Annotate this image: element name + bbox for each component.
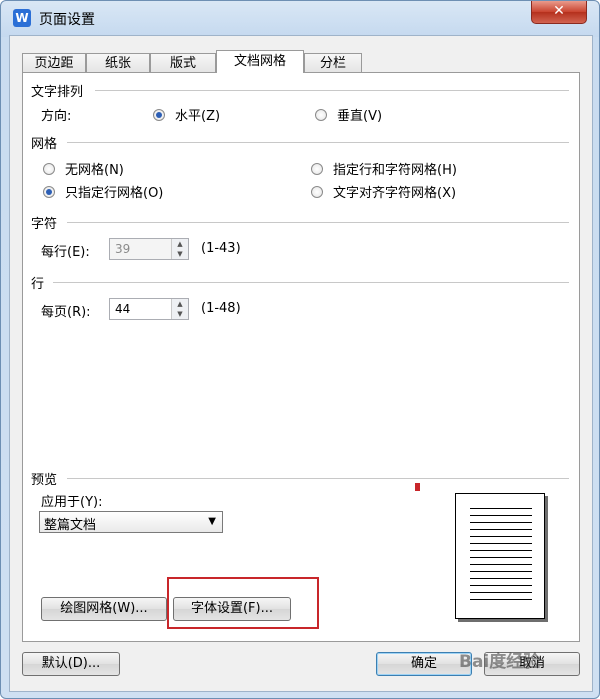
lines-only-grid-label[interactable]: 只指定行网格(O) xyxy=(65,182,163,201)
no-grid-label[interactable]: 无网格(N) xyxy=(65,159,124,178)
line-and-char-grid-radio[interactable] xyxy=(311,163,323,175)
snap-to-char-grid-label[interactable]: 文字对齐字符网格(X) xyxy=(333,182,456,201)
tab-layout[interactable]: 版式 xyxy=(150,53,216,72)
line-and-char-grid-label[interactable]: 指定行和字符网格(H) xyxy=(333,159,457,178)
tab-columns[interactable]: 分栏 xyxy=(304,53,362,72)
apply-to-value: 整篇文档 xyxy=(44,518,97,533)
horizontal-radio[interactable] xyxy=(153,109,165,121)
document-grid-panel: 文字排列 方向: 水平(Z) 垂直(V) 网格 无网格(N) 指定行和字符网格(… xyxy=(22,72,580,642)
preview-line xyxy=(470,571,532,572)
default-button[interactable]: 默认(D)... xyxy=(22,652,120,676)
chars-per-line-label: 每行(E): xyxy=(41,245,90,260)
tab-document-grid[interactable]: 文档网格 xyxy=(216,50,304,73)
annotation-mark xyxy=(415,483,420,491)
preview-line xyxy=(470,543,532,544)
spinner-buttons: ▲ ▼ xyxy=(171,239,188,259)
divider xyxy=(67,222,569,224)
horizontal-label[interactable]: 水平(Z) xyxy=(175,105,220,124)
snap-to-char-grid-radio[interactable] xyxy=(311,186,323,198)
apply-to-select[interactable]: 整篇文档 ▼ xyxy=(39,511,223,533)
close-button[interactable]: ✕ xyxy=(531,1,587,24)
preview-line xyxy=(470,592,532,593)
chars-range: (1-43) xyxy=(201,241,241,256)
decrement-arrow-icon[interactable]: ▼ xyxy=(172,249,188,259)
lines-heading: 行 xyxy=(31,277,45,292)
dropdown-arrow-icon: ▼ xyxy=(208,516,216,527)
title-bar: W 页面设置 ✕ xyxy=(1,1,599,35)
spinner-buttons: ▲ ▼ xyxy=(171,299,188,319)
decrement-arrow-icon[interactable]: ▼ xyxy=(172,309,188,319)
dialog-body: 页边距 纸张 版式 文档网格 分栏 文字排列 方向: 水平(Z) 垂直(V) 网… xyxy=(9,35,593,692)
divider xyxy=(53,282,569,284)
preview-line xyxy=(470,536,532,537)
preview-line xyxy=(470,578,532,579)
watermark-logo: Bai度经验 xyxy=(459,652,541,672)
divider xyxy=(95,90,569,92)
preview-page-thumbnail xyxy=(455,493,545,619)
tab-margins[interactable]: 页边距 xyxy=(22,53,86,72)
divider xyxy=(67,478,569,480)
dialog-title: 页面设置 xyxy=(39,12,95,28)
preview-line xyxy=(470,508,532,509)
no-grid-radio[interactable] xyxy=(43,163,55,175)
preview-heading: 预览 xyxy=(31,473,58,488)
direction-label: 方向: xyxy=(41,109,72,124)
lines-only-grid-radio[interactable] xyxy=(43,186,55,198)
preview-line xyxy=(470,557,532,558)
chars-per-line-spinner[interactable]: 39 ▲ ▼ xyxy=(109,238,189,260)
vertical-label[interactable]: 垂直(V) xyxy=(337,105,382,124)
highlight-annotation-box xyxy=(167,577,319,629)
tab-paper[interactable]: 纸张 xyxy=(86,53,150,72)
apply-to-label: 应用于(Y): xyxy=(41,495,103,510)
preview-line xyxy=(470,564,532,565)
preview-line xyxy=(470,529,532,530)
text-direction-heading: 文字排列 xyxy=(31,85,84,100)
preview-line xyxy=(470,522,532,523)
draw-grid-button[interactable]: 绘图网格(W)... xyxy=(41,597,167,621)
preview-line xyxy=(470,585,532,586)
lines-per-page-label: 每页(R): xyxy=(41,305,91,320)
lines-range: (1-48) xyxy=(201,301,241,316)
preview-line xyxy=(470,550,532,551)
divider xyxy=(67,142,569,144)
page-setup-dialog: W 页面设置 ✕ 页边距 纸张 版式 文档网格 分栏 文字排列 方向: 水平(Z… xyxy=(0,0,600,699)
ok-button[interactable]: 确定 xyxy=(376,652,472,676)
wps-writer-icon: W xyxy=(13,9,31,27)
lines-per-page-value: 44 xyxy=(115,302,131,316)
chars-heading: 字符 xyxy=(31,217,58,232)
preview-line xyxy=(470,515,532,516)
chars-per-line-value: 39 xyxy=(115,242,131,256)
vertical-radio[interactable] xyxy=(315,109,327,121)
lines-per-page-spinner[interactable]: 44 ▲ ▼ xyxy=(109,298,189,320)
preview-line xyxy=(470,599,532,600)
grid-heading: 网格 xyxy=(31,137,58,152)
